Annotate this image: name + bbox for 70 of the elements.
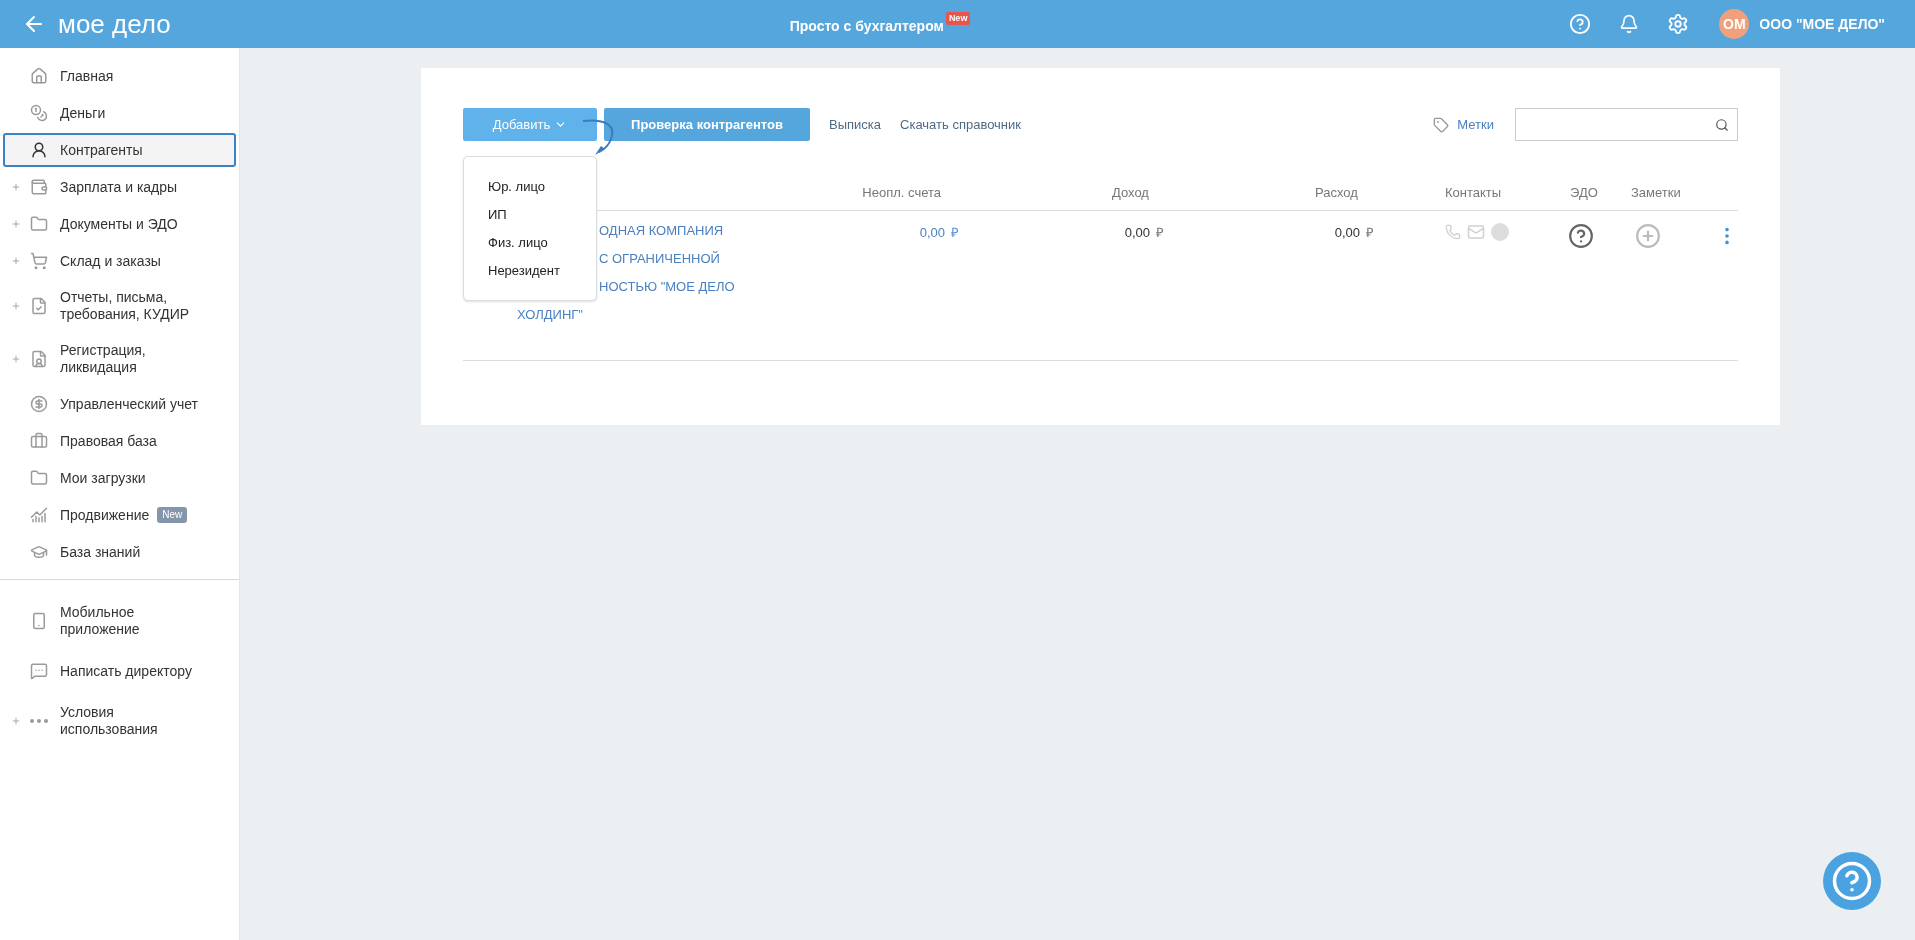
- company-name-line[interactable]: ХОЛДИНГ": [463, 307, 891, 322]
- coins-icon: [30, 104, 48, 122]
- folder-icon: [30, 215, 48, 233]
- column-header: ЭДО: [1570, 183, 1598, 202]
- tag-icon[interactable]: [1433, 116, 1450, 133]
- expand-icon[interactable]: [11, 354, 21, 364]
- sidebar-item[interactable]: Регистрация, ликвидация: [3, 334, 236, 384]
- menu-item[interactable]: ИП: [464, 207, 596, 222]
- sidebar-item[interactable]: Написать директору: [3, 654, 236, 688]
- search-icon[interactable]: [1715, 117, 1729, 132]
- sidebar-item[interactable]: Мобильное приложение: [3, 596, 236, 646]
- bell-icon[interactable]: [1619, 14, 1640, 34]
- sidebar-item[interactable]: Управленческий учет: [3, 387, 236, 421]
- briefcase-icon: [30, 432, 48, 450]
- currency-sign: ₽: [1156, 224, 1164, 242]
- skype-icon[interactable]: [1491, 223, 1509, 241]
- amount: 0,00: [1334, 224, 1360, 242]
- help-icon[interactable]: [1568, 223, 1594, 249]
- sidebar-item[interactable]: База знаний: [3, 535, 236, 569]
- sidebar-item[interactable]: Контрагенты: [3, 133, 236, 167]
- cart-icon: [30, 252, 48, 270]
- expand-icon[interactable]: [11, 256, 21, 266]
- expand-icon[interactable]: [11, 219, 21, 229]
- phone-icon[interactable]: [1445, 224, 1461, 240]
- document-person-icon: [30, 350, 48, 368]
- sidebar-item[interactable]: Мои загрузки: [3, 461, 236, 495]
- menu-item[interactable]: Нерезидент: [464, 263, 596, 278]
- amount: 0,00: [1124, 224, 1150, 242]
- menu-item[interactable]: Юр. лицо: [464, 179, 596, 194]
- currency-sign: ₽: [1366, 224, 1374, 242]
- expand-icon[interactable]: [11, 182, 21, 192]
- sidebar-item[interactable]: Продвижение New: [3, 498, 236, 532]
- phone-icon: [30, 612, 48, 630]
- add-note-icon[interactable]: [1635, 223, 1661, 249]
- sidebar-item[interactable]: Деньги: [3, 96, 236, 130]
- column-header: Доход: [1112, 183, 1149, 202]
- folder-icon: [30, 469, 48, 487]
- chart-icon: [30, 506, 48, 524]
- chat-icon: [30, 662, 48, 680]
- currency-sign: ₽: [951, 224, 959, 242]
- sidebar-item[interactable]: Отчеты, письма, требования, КУДИР: [3, 281, 236, 331]
- new-badge: New: [945, 11, 971, 25]
- wallet-icon: [30, 178, 48, 196]
- toolbar-link[interactable]: Выписка: [829, 114, 882, 135]
- sidebar-item[interactable]: Склад и заказы: [3, 244, 236, 278]
- document-check-icon: [30, 297, 48, 315]
- column-header: Расход: [1315, 183, 1358, 202]
- new-badge: New: [157, 507, 188, 523]
- expand-icon[interactable]: [11, 301, 21, 311]
- person-icon: [30, 141, 48, 159]
- mail-icon[interactable]: [1467, 223, 1485, 241]
- settings-icon[interactable]: [1667, 13, 1690, 35]
- column-header: Неопл. счета: [862, 183, 941, 202]
- sidebar-item[interactable]: Главная: [3, 59, 236, 93]
- sidebar-item[interactable]: Условия использования: [3, 696, 236, 746]
- graduation-cap-icon: [30, 543, 48, 561]
- search-field[interactable]: [1515, 108, 1738, 141]
- toolbar-link[interactable]: Скачать справочник: [900, 114, 1021, 135]
- sidebar-item[interactable]: Документы и ЭДО: [3, 207, 236, 241]
- column-header: Заметки: [1631, 183, 1681, 202]
- more-icon: [30, 719, 48, 723]
- column-header: Контакты: [1445, 183, 1502, 202]
- help-button[interactable]: [1823, 852, 1881, 910]
- sidebar-item[interactable]: Правовая база: [3, 424, 236, 458]
- sidebar-item[interactable]: Зарплата и кадры: [3, 170, 236, 204]
- amount: 0,00: [919, 224, 945, 242]
- expand-icon[interactable]: [11, 716, 21, 726]
- menu-item[interactable]: Физ. лицо: [464, 235, 596, 250]
- tags-link[interactable]: Метки: [1457, 114, 1494, 135]
- home-icon: [30, 67, 48, 85]
